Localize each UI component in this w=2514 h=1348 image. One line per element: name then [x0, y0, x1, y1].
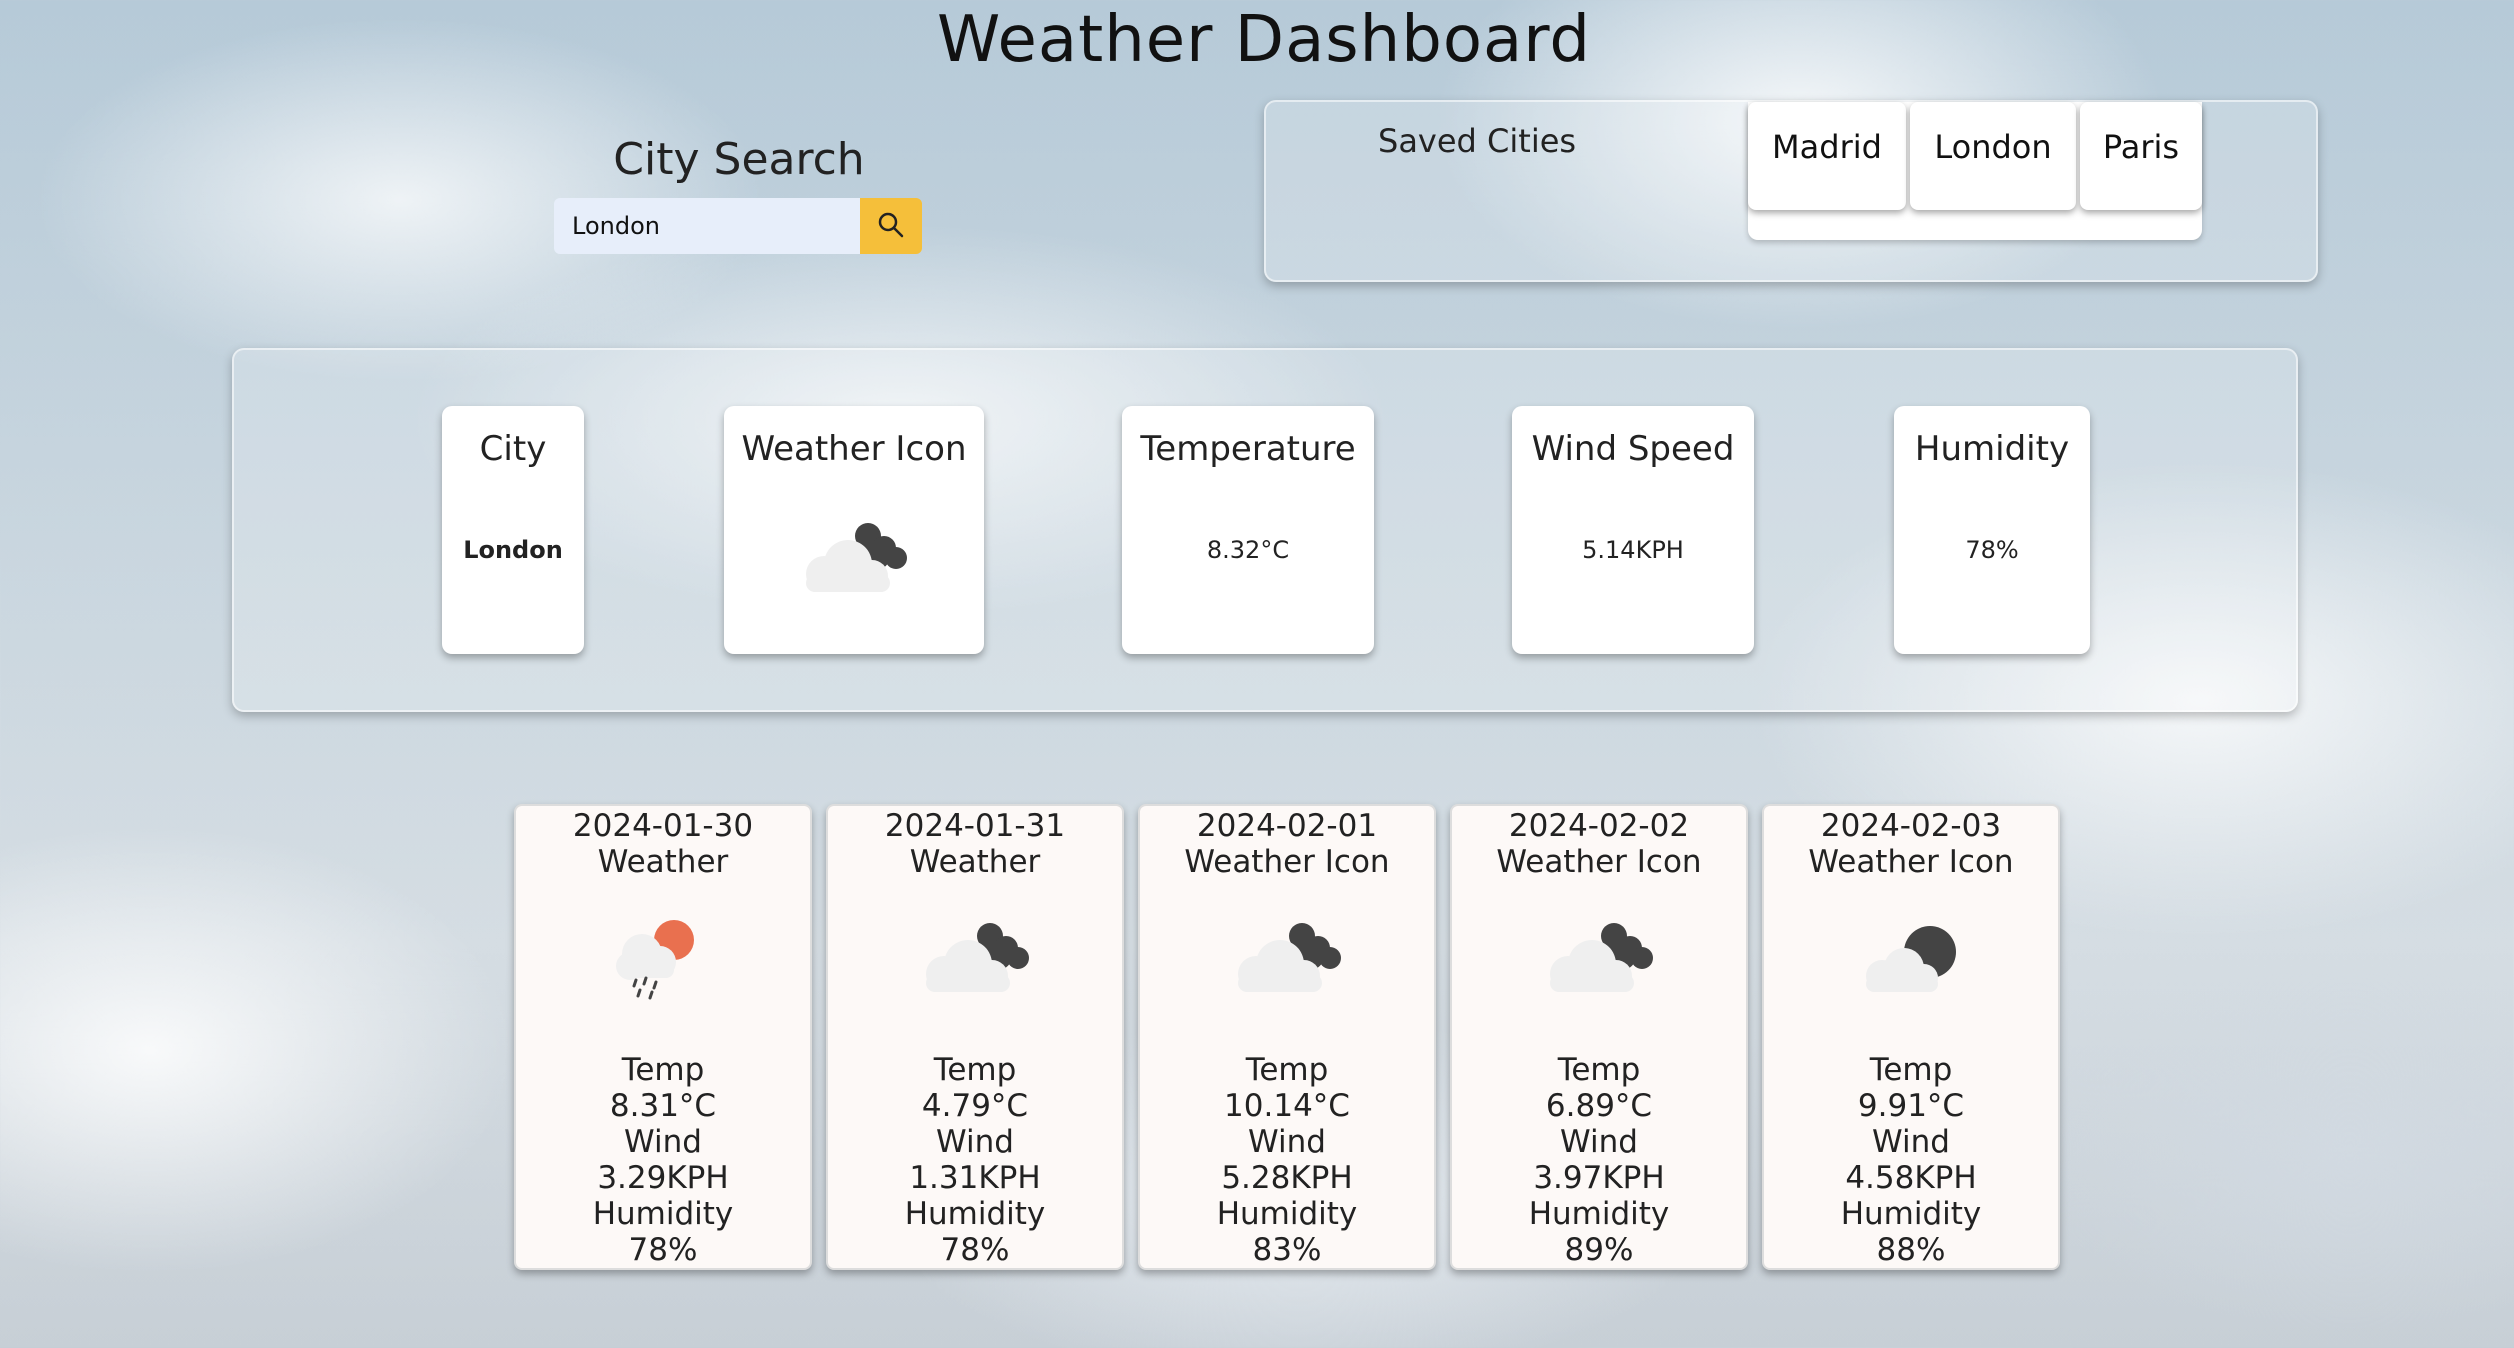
forecast-temp-label: Temp — [933, 1052, 1017, 1088]
forecast-temp-label: Temp — [621, 1052, 705, 1088]
forecast-card: 2024-02-02 Weather Icon Temp 6.89°C Wind… — [1450, 804, 1748, 1270]
city-search-title: City Search — [613, 134, 865, 185]
page-title: Weather Dashboard — [936, 3, 1592, 77]
forecast-temp-label: Temp — [1869, 1052, 1953, 1088]
partly-cloudy-night-icon — [1846, 912, 1976, 1010]
forecast-icon-label: Weather Icon — [1808, 844, 2014, 880]
search-row — [554, 198, 922, 254]
forecast-temp-label: Temp — [1557, 1052, 1641, 1088]
rain-sun-icon — [598, 912, 728, 1010]
forecast-temp: 4.79°C — [921, 1088, 1029, 1124]
forecast-humidity-label: Humidity — [904, 1196, 1046, 1232]
city-value: London — [463, 536, 563, 564]
forecast-card: 2024-02-01 Weather Icon Temp 10.14°C Win… — [1138, 804, 1436, 1270]
cloudy-night-icon — [1534, 912, 1664, 1010]
forecast-card: 2024-02-03 Weather Icon Temp 9.91°C Wind… — [1762, 804, 2060, 1270]
current-humidity-card: Humidity 78% — [1894, 406, 2090, 654]
forecast-wind-label: Wind — [1560, 1124, 1638, 1160]
city-search-section: City Search — [554, 130, 924, 254]
wind-speed-value: 5.14KPH — [1582, 536, 1684, 564]
forecast-date: 2024-01-31 — [884, 808, 1066, 844]
forecast-temp: 9.91°C — [1857, 1088, 1965, 1124]
search-button[interactable] — [860, 198, 922, 254]
saved-cities-title: Saved Cities — [1378, 122, 1577, 160]
forecast-wind-label: Wind — [1872, 1124, 1950, 1160]
forecast-icon-label: Weather Icon — [1184, 844, 1390, 880]
cloudy-night-icon — [796, 516, 912, 598]
forecast-humidity: 83% — [1252, 1232, 1322, 1268]
forecast-wind-label: Wind — [1248, 1124, 1326, 1160]
forecast-icon-label: Weather Icon — [1496, 844, 1702, 880]
humidity-label: Humidity — [1914, 429, 2070, 469]
forecast-wind: 3.29KPH — [597, 1160, 729, 1196]
forecast-humidity-label: Humidity — [1528, 1196, 1670, 1232]
saved-cities-list: Madrid London Paris — [1748, 102, 2202, 240]
forecast-card: 2024-01-30 Weather Temp 8.31°C Wind 3.29… — [514, 804, 812, 1270]
saved-city-paris[interactable]: Paris — [2080, 102, 2202, 210]
forecast-wind: 3.97KPH — [1533, 1160, 1665, 1196]
forecast-icon-label: Weather — [597, 844, 729, 880]
forecast-wind-label: Wind — [624, 1124, 702, 1160]
forecast-humidity: 89% — [1564, 1232, 1634, 1268]
forecast-date: 2024-02-01 — [1196, 808, 1378, 844]
cloudy-night-icon — [910, 912, 1040, 1010]
saved-city-london[interactable]: London — [1910, 102, 2076, 210]
current-temp-card: Temperature 8.32°C — [1122, 406, 1374, 654]
forecast-temp: 8.31°C — [609, 1088, 717, 1124]
temperature-label: Temperature — [1140, 429, 1356, 469]
forecast-temp-label: Temp — [1245, 1052, 1329, 1088]
city-search-input[interactable] — [554, 198, 860, 254]
forecast-date: 2024-01-30 — [572, 808, 754, 844]
forecast-date: 2024-02-03 — [1820, 808, 2002, 844]
forecast-wind: 5.28KPH — [1221, 1160, 1353, 1196]
forecast-humidity: 78% — [628, 1232, 698, 1268]
forecast-icon-label: Weather — [909, 844, 1041, 880]
humidity-value: 78% — [1965, 536, 2019, 564]
forecast-wind-label: Wind — [936, 1124, 1014, 1160]
forecast-humidity: 78% — [940, 1232, 1010, 1268]
current-wind-card: Wind Speed 5.14KPH — [1512, 406, 1754, 654]
forecast-humidity-label: Humidity — [1840, 1196, 1982, 1232]
current-weather-panel: City London Weather Icon Temperature 8.3… — [232, 348, 2298, 712]
cloudy-night-icon — [1222, 912, 1352, 1010]
forecast-humidity: 88% — [1876, 1232, 1946, 1268]
forecast-temp: 10.14°C — [1224, 1088, 1350, 1124]
current-icon-card: Weather Icon — [724, 406, 984, 654]
weather-icon-label: Weather Icon — [741, 429, 967, 469]
saved-cities-panel: Saved Cities Madrid London Paris — [1264, 100, 2318, 282]
forecast-wind: 1.31KPH — [909, 1160, 1041, 1196]
forecast-humidity-label: Humidity — [1216, 1196, 1358, 1232]
forecast-card: 2024-01-31 Weather Temp 4.79°C Wind 1.31… — [826, 804, 1124, 1270]
wind-speed-label: Wind Speed — [1531, 429, 1735, 469]
city-label: City — [479, 429, 547, 469]
forecast-wind: 4.58KPH — [1845, 1160, 1977, 1196]
temperature-value: 8.32°C — [1206, 536, 1290, 564]
forecast-date: 2024-02-02 — [1508, 808, 1690, 844]
saved-city-madrid[interactable]: Madrid — [1748, 102, 1906, 210]
current-city-card: City London — [442, 406, 584, 654]
forecast-humidity-label: Humidity — [592, 1196, 734, 1232]
search-icon — [876, 210, 906, 243]
forecast-temp: 6.89°C — [1545, 1088, 1653, 1124]
